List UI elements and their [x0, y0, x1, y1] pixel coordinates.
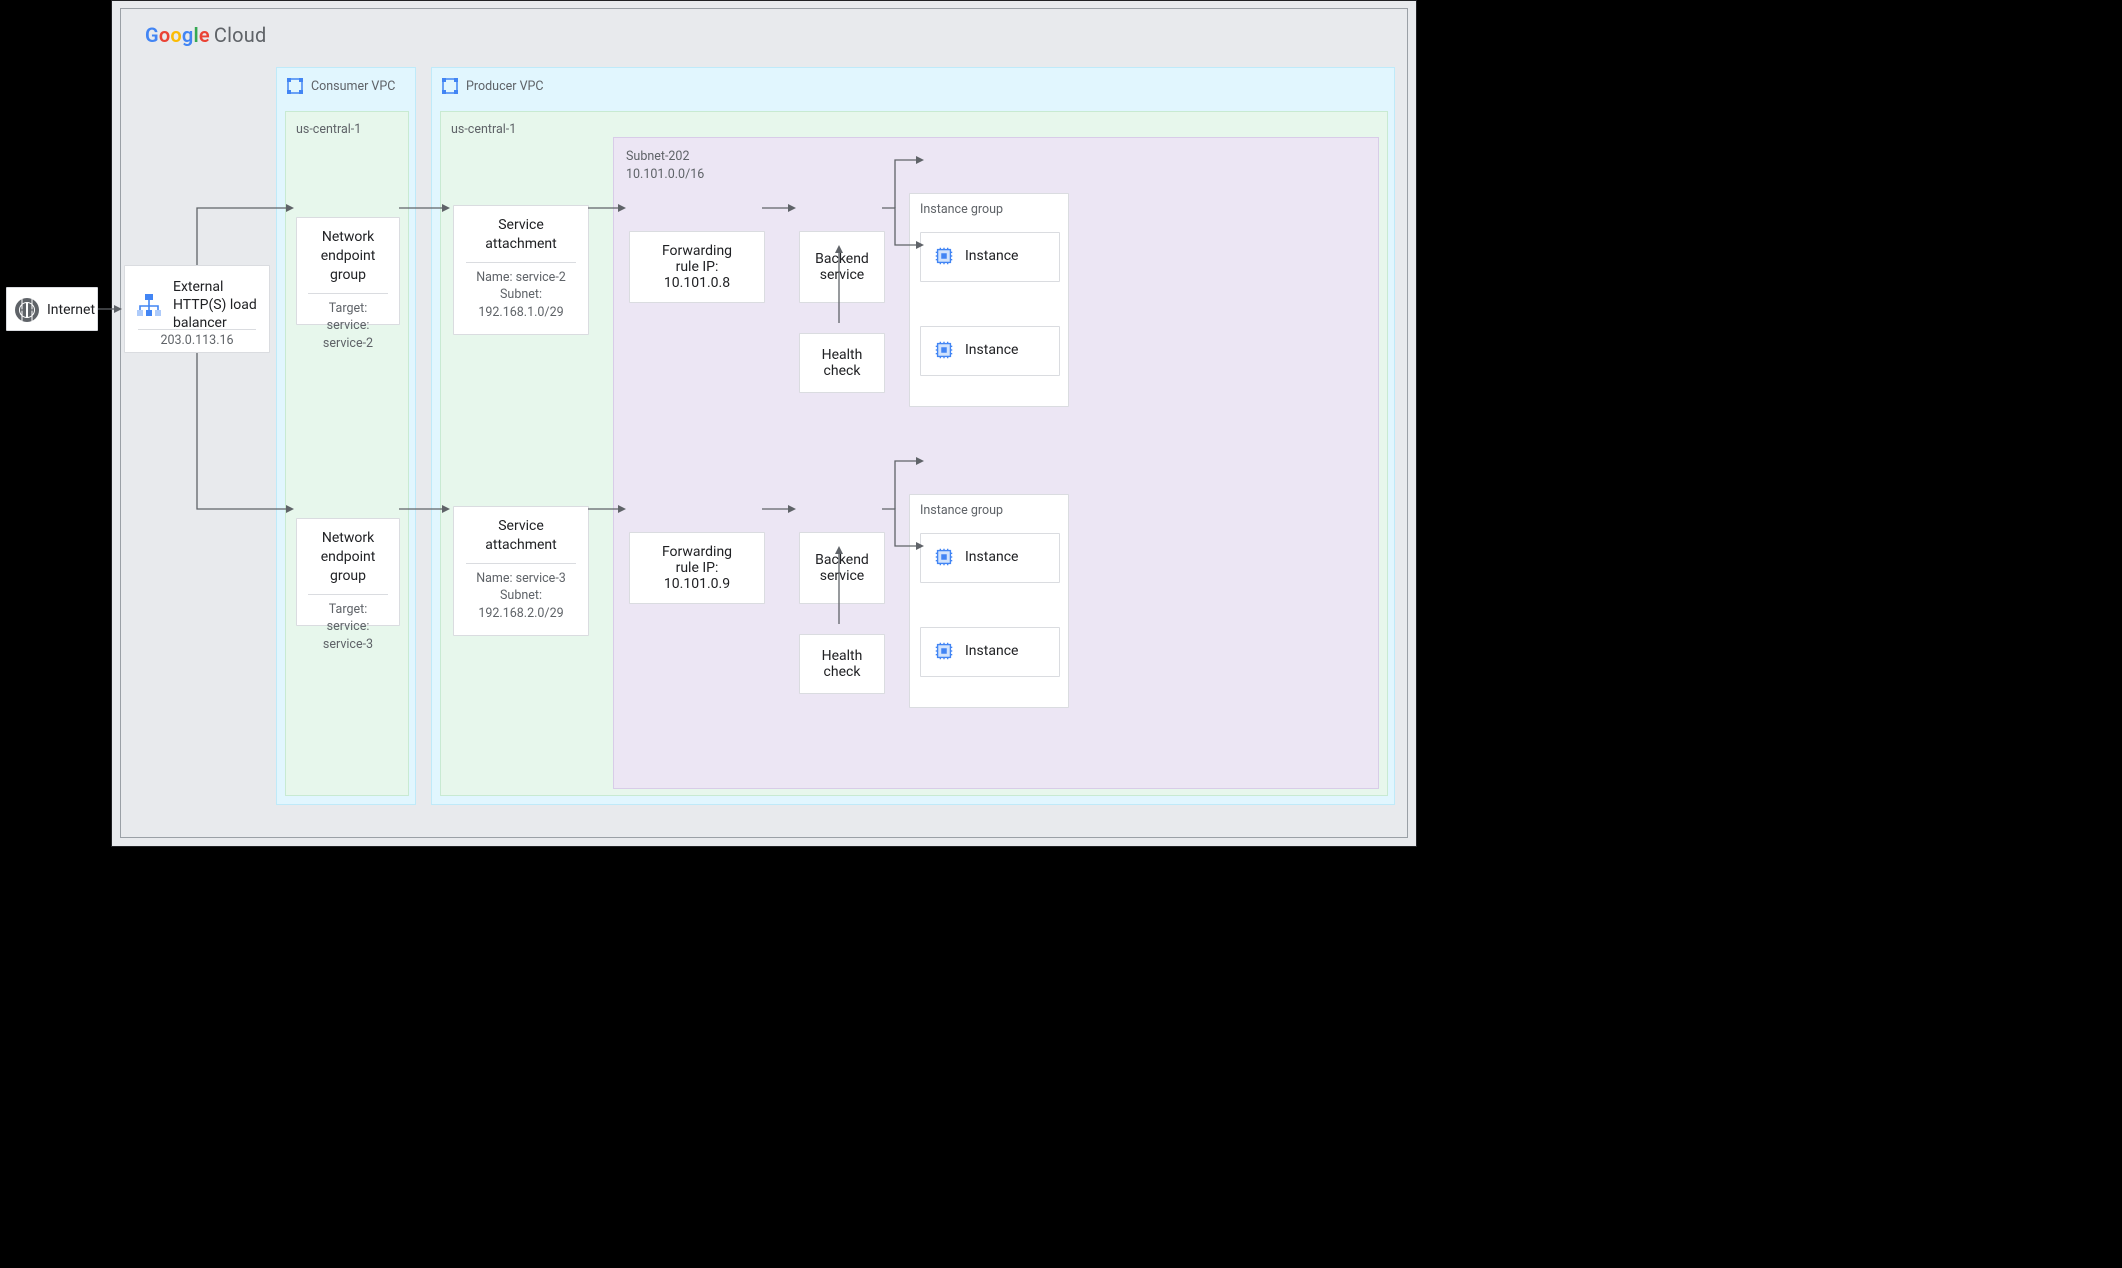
neg-1: Network endpoint group Target: service: … [296, 217, 400, 325]
health-check-2: Health check [799, 634, 885, 694]
sa1-title: Service attachment [464, 216, 578, 254]
neg-2-target: Target: service: service-3 [307, 601, 389, 654]
google-cloud-border: GoogleCloud Consumer VPC us-central-1 Ne… [120, 8, 1408, 838]
globe-icon [15, 298, 39, 322]
neg-2-title: Network endpoint group [307, 529, 389, 586]
instance-2b: Instance [920, 627, 1060, 677]
load-balancer-icon [135, 291, 163, 319]
instance-1b-label: Instance [965, 342, 1018, 358]
consumer-region: us-central-1 Network endpoint group Targ… [285, 111, 409, 796]
health-check-1: Health check [799, 333, 885, 393]
instance-2b-label: Instance [965, 643, 1018, 659]
instance-1a: Instance [920, 232, 1060, 282]
lb-title: External HTTP(S) load balancer [173, 278, 259, 333]
compute-instance-icon [933, 640, 955, 662]
subnet-cidr: 10.101.0.0/16 [626, 166, 1378, 184]
consumer-vpc: Consumer VPC us-central-1 Network endpoi… [276, 67, 416, 805]
internet-label: Internet [47, 302, 95, 318]
subnet-name: Subnet-202 [626, 148, 1378, 166]
sa1-subnet: 192.168.1.0/29 [464, 304, 578, 322]
instance-1b: Instance [920, 326, 1060, 376]
sa2-name: Name: service-3 [464, 570, 578, 588]
sa2-subnet-label: Subnet: [464, 587, 578, 605]
fr1-label: Forwarding rule IP: 10.101.0.8 [662, 243, 732, 291]
vpc-icon [287, 78, 303, 94]
forwarding-rule-2: Forwarding rule IP: 10.101.0.9 [629, 532, 765, 604]
subnet-202: Subnet-202 10.101.0.0/16 Forwarding rule… [613, 137, 1379, 789]
sa2-title: Service attachment [464, 517, 578, 555]
consumer-vpc-title: Consumer VPC [277, 68, 415, 94]
internet-box: Internet [6, 287, 98, 331]
fr2-label: Forwarding rule IP: 10.101.0.9 [662, 544, 732, 592]
sa1-subnet-label: Subnet: [464, 286, 578, 304]
bs1-label: Backend service [815, 251, 869, 283]
neg-1-target: Target: service: service-2 [307, 300, 389, 353]
backend-service-1: Backend service [799, 231, 885, 303]
subnet-title: Subnet-202 10.101.0.0/16 [614, 138, 1378, 183]
hc2-label: Health check [821, 648, 863, 680]
cloud-word: Cloud [214, 23, 267, 47]
vpc-icon [442, 78, 458, 94]
producer-vpc-title: Producer VPC [432, 68, 1394, 94]
producer-region-label: us-central-1 [441, 112, 1387, 137]
consumer-vpc-label: Consumer VPC [311, 79, 395, 94]
neg-1-title: Network endpoint group [307, 228, 389, 285]
sa1-name: Name: service-2 [464, 269, 578, 287]
service-attachment-2: Service attachment Name: service-3 Subne… [453, 506, 589, 636]
compute-instance-icon [933, 546, 955, 568]
google-cloud-logo: GoogleCloud [145, 23, 266, 47]
lb-ip: 203.0.113.16 [160, 332, 233, 350]
instance-group-2: Instance group Instance Instance [909, 494, 1069, 708]
producer-vpc-label: Producer VPC [466, 79, 544, 94]
producer-vpc: Producer VPC us-central-1 Service attach… [431, 67, 1395, 805]
compute-instance-icon [933, 245, 955, 267]
instance-2a-label: Instance [965, 549, 1018, 565]
compute-instance-icon [933, 339, 955, 361]
consumer-region-label: us-central-1 [286, 112, 408, 137]
ig2-title: Instance group [910, 495, 1068, 518]
hc1-label: Health check [821, 347, 863, 379]
sa2-subnet: 192.168.2.0/29 [464, 605, 578, 623]
neg-2: Network endpoint group Target: service: … [296, 518, 400, 626]
diagram-stage: GoogleCloud Consumer VPC us-central-1 Ne… [0, 0, 1415, 845]
backend-service-2: Backend service [799, 532, 885, 604]
instance-group-1: Instance group Instance Instance [909, 193, 1069, 407]
bs2-label: Backend service [815, 552, 869, 584]
instance-2a: Instance [920, 533, 1060, 583]
ig1-title: Instance group [910, 194, 1068, 217]
load-balancer: External HTTP(S) load balancer 203.0.113… [124, 265, 270, 353]
forwarding-rule-1: Forwarding rule IP: 10.101.0.8 [629, 231, 765, 303]
instance-1a-label: Instance [965, 248, 1018, 264]
service-attachment-1: Service attachment Name: service-2 Subne… [453, 205, 589, 335]
producer-region: us-central-1 Service attachment Name: se… [440, 111, 1388, 796]
